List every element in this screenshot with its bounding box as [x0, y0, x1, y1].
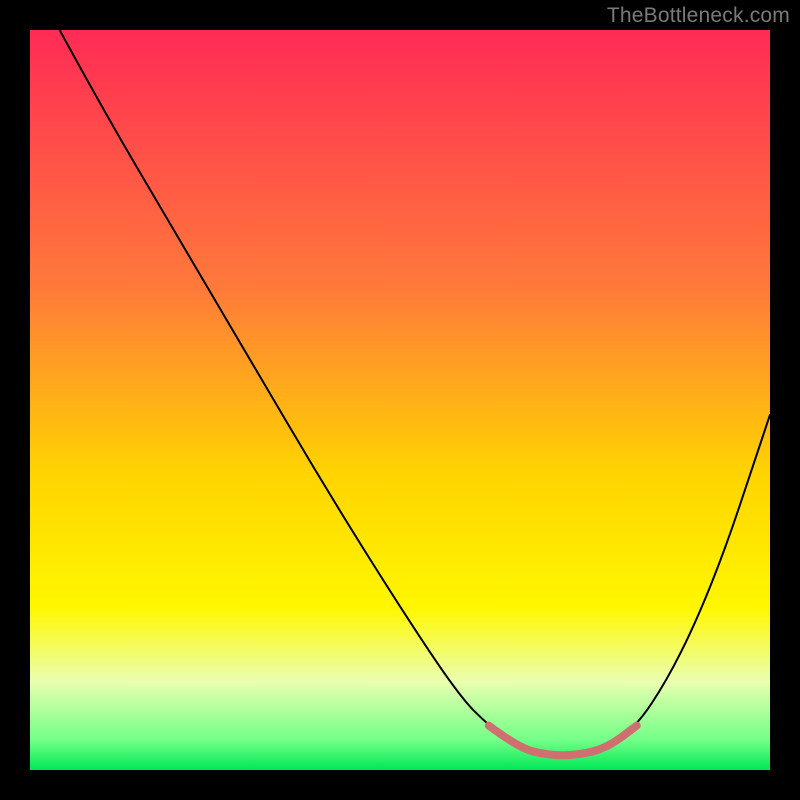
plot-area	[30, 30, 770, 770]
bottleneck-chart	[30, 30, 770, 770]
attribution-text: TheBottleneck.com	[607, 4, 790, 28]
gradient-background	[30, 30, 770, 770]
chart-frame: TheBottleneck.com	[0, 0, 800, 800]
